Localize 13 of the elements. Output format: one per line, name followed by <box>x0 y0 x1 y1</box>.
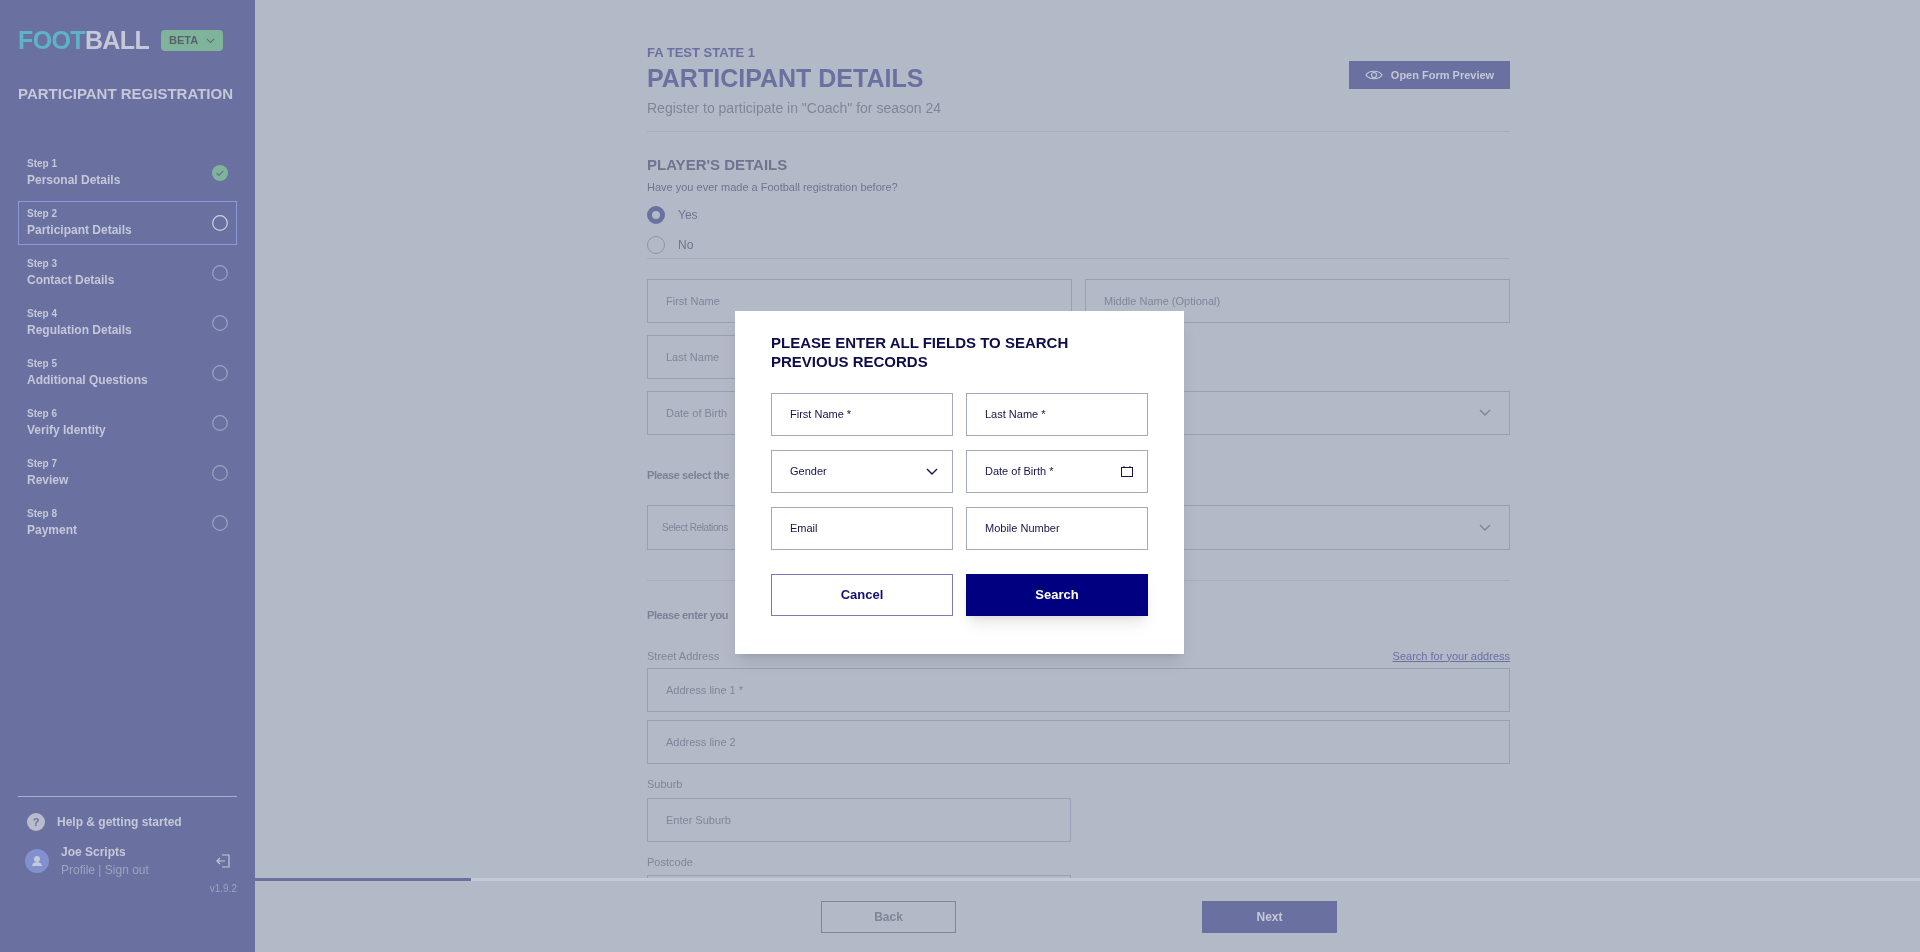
radio-label: No <box>678 236 694 254</box>
help-icon: ? <box>27 813 45 831</box>
user-name: Joe Scripts <box>61 844 127 861</box>
section-heading: PLAYER'S DETAILS <box>647 154 789 175</box>
address-prompt: Please enter you <box>647 608 729 624</box>
dialog-title: PLEASE ENTER ALL FIELDS TO SEARCH PREVIOUS RECORDS <box>771 333 1070 371</box>
question-text: Have you ever made a Football registration before? <box>647 180 899 196</box>
form-overline: FA TEST STATE 1 <box>647 44 757 62</box>
radio-label: Yes <box>678 206 698 224</box>
logo: FOOTBALL <box>18 28 150 53</box>
page-title: PARTICIPANT DETAILS <box>647 62 925 94</box>
relationship-prompt: Please select the <box>647 467 729 483</box>
sidebar-heading: PARTICIPANT REGISTRATION <box>18 84 234 104</box>
